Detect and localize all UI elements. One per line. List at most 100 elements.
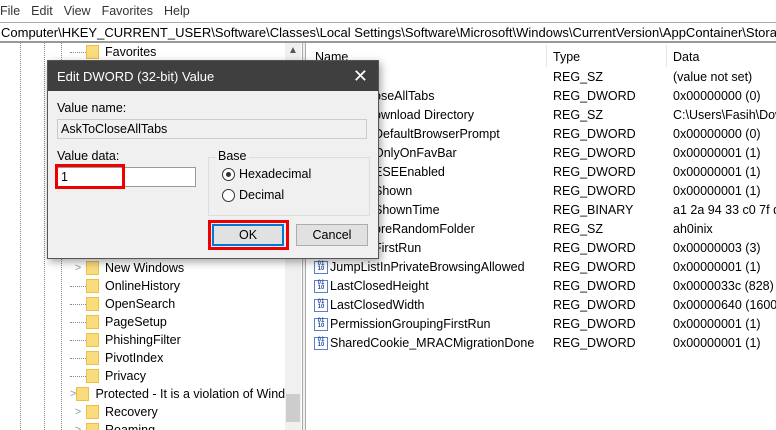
column-data[interactable]: Data bbox=[673, 50, 699, 64]
value-data: (value not set) bbox=[673, 70, 753, 84]
value-type: REG_SZ bbox=[553, 108, 604, 122]
tree-connector bbox=[70, 322, 86, 323]
menu-view[interactable]: View bbox=[62, 4, 100, 18]
value-type: REG_SZ bbox=[553, 222, 604, 236]
value-type: REG_SZ bbox=[553, 70, 604, 84]
tree-item[interactable]: > Protected - It is a violation of Wind bbox=[70, 385, 285, 403]
dword-value-icon: 01 10 bbox=[314, 261, 328, 274]
folder-icon bbox=[86, 261, 99, 275]
column-type[interactable]: Type bbox=[553, 50, 580, 64]
table-row[interactable]: 01 10 PermissionGroupingFirstRun REG_DWORD 0… bbox=[306, 315, 776, 334]
column-divider[interactable] bbox=[666, 45, 667, 67]
tree-item[interactable]: PivotIndex bbox=[70, 349, 285, 367]
value-name: JumpListInPrivateBrowsingAllowed bbox=[330, 260, 525, 274]
value-type: REG_DWORD bbox=[553, 241, 636, 255]
dword-value-icon: 01 10 bbox=[314, 337, 328, 350]
highlight-box bbox=[55, 164, 125, 189]
value-type: REG_DWORD bbox=[553, 127, 636, 141]
tree-guide bbox=[20, 43, 21, 430]
close-icon[interactable]: ✕ bbox=[353, 66, 368, 87]
tree-guide bbox=[44, 43, 45, 430]
value-type: REG_BINARY bbox=[553, 203, 634, 217]
cancel-button[interactable]: Cancel bbox=[296, 224, 368, 246]
table-row[interactable]: 01 10 SharedCookie_MRACMigrationDone REG_DW… bbox=[306, 334, 776, 353]
value-data: C:\Users\Fasih\Dow bbox=[673, 108, 776, 122]
tree-connector bbox=[70, 358, 86, 359]
tree-item-label: PhishingFilter bbox=[105, 333, 181, 347]
scroll-up-icon[interactable]: ▲ bbox=[285, 45, 301, 56]
value-name: Shown bbox=[374, 184, 413, 198]
table-row[interactable]: 01 10 LastClosedWidth REG_DWORD 0x00000640 (… bbox=[306, 296, 776, 315]
tree-connector bbox=[70, 52, 86, 53]
chevron-right-icon[interactable]: > bbox=[70, 424, 86, 430]
value-data: 0x00000000 (0) bbox=[673, 127, 761, 141]
value-name-label: Value name: bbox=[57, 101, 127, 115]
value-name: SharedCookie_MRACMigrationDone bbox=[330, 336, 535, 350]
value-data: 0x00000001 (1) bbox=[673, 165, 761, 179]
tree-item-label: Favorites bbox=[105, 45, 157, 59]
tree-item[interactable]: OnlineHistory bbox=[70, 277, 285, 295]
tree-item-label: PageSetup bbox=[105, 315, 167, 329]
address-bar[interactable]: Computer\HKEY_CURRENT_USER\Software\Clas… bbox=[0, 22, 776, 43]
value-data-label: Value data: bbox=[57, 149, 120, 163]
value-name: FirstRun bbox=[374, 241, 422, 255]
folder-icon bbox=[76, 387, 90, 401]
tree-item-label: New Windows bbox=[105, 261, 185, 275]
tree-item[interactable]: > New Windows bbox=[70, 259, 285, 277]
hexadecimal-radio[interactable]: Hexadecimal bbox=[222, 167, 311, 181]
value-data: a1 2a 94 33 c0 7f d2 bbox=[673, 203, 776, 217]
tree-item[interactable]: Favorites bbox=[70, 43, 285, 61]
table-row[interactable]: 01 10 JumpListInPrivateBrowsingAllowed REG_… bbox=[306, 258, 776, 277]
value-name: LastClosedWidth bbox=[330, 298, 425, 312]
tree-item-label: OpenSearch bbox=[105, 297, 176, 311]
dialog-title: Edit DWORD (32-bit) Value bbox=[57, 68, 215, 84]
value-data: 0x00000000 (0) bbox=[673, 89, 761, 103]
folder-icon bbox=[86, 279, 99, 293]
value-name: ESEEnabled bbox=[374, 165, 445, 179]
chevron-right-icon[interactable]: > bbox=[70, 406, 86, 418]
highlight-box bbox=[208, 220, 289, 250]
folder-icon bbox=[86, 405, 99, 419]
tree-connector bbox=[70, 340, 86, 341]
radio-selected-icon bbox=[222, 167, 235, 181]
menu-bar: File Edit View Favorites Help bbox=[0, 0, 776, 22]
menu-edit[interactable]: Edit bbox=[29, 4, 62, 18]
value-data: 0x00000640 (1600) bbox=[673, 298, 776, 312]
value-name: oreRandomFolder bbox=[374, 222, 475, 236]
table-row[interactable]: 01 10 LastClosedHeight REG_DWORD 0x0000033c … bbox=[306, 277, 776, 296]
tree-item[interactable]: Privacy bbox=[70, 367, 285, 385]
value-type: REG_DWORD bbox=[553, 317, 636, 331]
folder-icon bbox=[86, 333, 99, 347]
base-group bbox=[208, 157, 370, 216]
value-data: ah0inix bbox=[673, 222, 713, 236]
tree-item[interactable]: > Recovery bbox=[70, 403, 285, 421]
menu-help[interactable]: Help bbox=[162, 4, 199, 18]
hexadecimal-label: Hexadecimal bbox=[239, 167, 312, 181]
dword-value-icon: 01 10 bbox=[314, 318, 328, 331]
value-name: OnlyOnFavBar bbox=[374, 146, 457, 160]
tree-item[interactable]: PhishingFilter bbox=[70, 331, 285, 349]
value-type: REG_DWORD bbox=[553, 260, 636, 274]
dialog-titlebar: Edit DWORD (32-bit) Value ✕ bbox=[48, 61, 378, 91]
tree-connector bbox=[70, 304, 86, 305]
tree-item-label: PivotIndex bbox=[105, 351, 164, 365]
value-name: DefaultBrowserPrompt bbox=[374, 127, 500, 141]
folder-icon bbox=[86, 45, 99, 59]
tree-item-label: Protected - It is a violation of Wind bbox=[95, 387, 285, 401]
tree-item[interactable]: PageSetup bbox=[70, 313, 285, 331]
value-type: REG_DWORD bbox=[553, 165, 636, 179]
decimal-radio[interactable]: Decimal bbox=[222, 188, 284, 202]
value-type: REG_DWORD bbox=[553, 279, 636, 293]
tree-item[interactable]: OpenSearch bbox=[70, 295, 285, 313]
value-data: 0x00000001 (1) bbox=[673, 317, 761, 331]
value-data: 0x00000001 (1) bbox=[673, 184, 761, 198]
tree-item[interactable]: > Roaming bbox=[70, 421, 285, 430]
tree-item-label: Recovery bbox=[105, 405, 158, 419]
value-type: REG_DWORD bbox=[553, 184, 636, 198]
value-data: 0x0000033c (828) bbox=[673, 279, 774, 293]
column-divider[interactable] bbox=[546, 45, 547, 67]
scrollbar-thumb[interactable] bbox=[286, 394, 300, 422]
menu-file[interactable]: File bbox=[0, 4, 29, 18]
chevron-right-icon[interactable]: > bbox=[70, 262, 86, 274]
menu-favorites[interactable]: Favorites bbox=[100, 4, 162, 18]
